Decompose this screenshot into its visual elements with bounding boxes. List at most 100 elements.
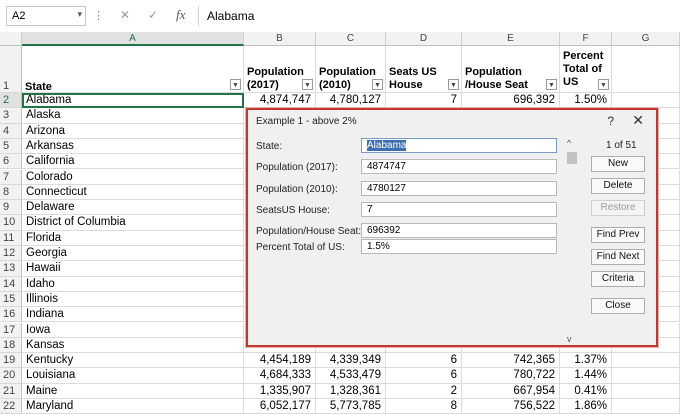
row-header[interactable]: 16 <box>0 307 22 323</box>
filter-dropdown-icon[interactable]: ▼ <box>230 79 241 90</box>
column-header-g[interactable]: G <box>612 32 680 46</box>
column-header-d[interactable]: D <box>386 32 462 46</box>
column-header-f[interactable]: F <box>560 32 612 46</box>
cell-seats[interactable]: 8 <box>386 399 462 414</box>
row-header[interactable]: 22 <box>0 399 22 414</box>
cell-state[interactable]: Colorado <box>22 169 244 185</box>
header-cell-pop2010[interactable]: Population (2010) ▼ <box>316 46 386 93</box>
row-header[interactable]: 11 <box>0 230 22 246</box>
cell-state[interactable]: Kentucky <box>22 353 244 369</box>
row-header[interactable]: 12 <box>0 246 22 262</box>
cell-state[interactable]: Alabama <box>22 93 244 109</box>
cell-pct[interactable]: 1.86% <box>560 399 612 414</box>
cell-pop2017[interactable]: 4,874,747 <box>244 93 316 109</box>
cell-g[interactable] <box>612 353 680 369</box>
cell-pct[interactable]: 1.50% <box>560 93 612 109</box>
cell-per-seat[interactable]: 756,522 <box>462 399 560 414</box>
field-input-state[interactable]: Alabama <box>361 138 557 153</box>
field-input-pop2017[interactable]: 4874747 <box>361 159 557 174</box>
row-header[interactable]: 8 <box>0 184 22 201</box>
field-input-per-seat[interactable]: 696392 <box>361 223 557 238</box>
cell-g[interactable] <box>612 399 680 414</box>
cancel-entry-icon[interactable]: ✕ <box>120 8 130 22</box>
cell-pop2010[interactable]: 4,780,127 <box>316 93 386 109</box>
cell-state[interactable]: Louisiana <box>22 368 244 384</box>
row-header[interactable]: 17 <box>0 322 22 338</box>
cell-g[interactable] <box>612 93 680 109</box>
cell-state[interactable]: Georgia <box>22 246 244 262</box>
find-next-button[interactable]: Find Next <box>591 249 645 265</box>
cell-seats[interactable]: 2 <box>386 383 462 399</box>
criteria-button[interactable]: Criteria <box>591 271 645 287</box>
scroll-thumb[interactable] <box>567 152 577 164</box>
filter-dropdown-icon[interactable]: ▼ <box>448 79 459 90</box>
name-box[interactable]: A2 ▾ <box>6 6 86 26</box>
filter-dropdown-icon[interactable]: ▼ <box>302 79 313 90</box>
cell-per-seat[interactable]: 696,392 <box>462 93 560 109</box>
cell-state[interactable]: Hawaii <box>22 261 244 277</box>
row-header[interactable]: 3 <box>0 108 22 124</box>
cell-state[interactable]: Alaska <box>22 108 244 124</box>
column-header-e[interactable]: E <box>462 32 560 46</box>
chevron-down-icon[interactable]: ▾ <box>77 9 82 20</box>
cell-state[interactable]: Delaware <box>22 200 244 216</box>
cell-seats[interactable]: 6 <box>386 368 462 384</box>
cell-pct[interactable]: 0.41% <box>560 383 612 399</box>
cell-g[interactable] <box>612 368 680 384</box>
row-header[interactable]: 10 <box>0 215 22 231</box>
delete-button[interactable]: Delete <box>591 178 645 194</box>
row-header[interactable]: 21 <box>0 383 22 399</box>
header-cell-state[interactable]: State ▼ <box>22 46 244 93</box>
filter-dropdown-icon[interactable]: ▼ <box>372 79 383 90</box>
cell-state[interactable]: Maine <box>22 383 244 399</box>
confirm-entry-icon[interactable]: ✓ <box>148 8 158 22</box>
row-header[interactable]: 4 <box>0 123 22 139</box>
cell-seats[interactable]: 6 <box>386 353 462 369</box>
column-header-b[interactable]: B <box>244 32 316 46</box>
cell-seats[interactable]: 7 <box>386 93 462 109</box>
field-input-pop2010[interactable]: 4780127 <box>361 181 557 196</box>
new-button[interactable]: New <box>591 156 645 172</box>
cell-state[interactable]: Kansas <box>22 337 244 354</box>
find-prev-button[interactable]: Find Prev <box>591 227 645 243</box>
formula-input[interactable]: Alabama <box>207 9 254 23</box>
row-header[interactable]: 15 <box>0 291 22 308</box>
cell-pop2017[interactable]: 1,335,907 <box>244 383 316 399</box>
help-icon[interactable]: ? <box>607 114 614 128</box>
cell-state[interactable]: District of Columbia <box>22 215 244 231</box>
cell-state[interactable]: California <box>22 154 244 170</box>
row-header[interactable]: 6 <box>0 154 22 170</box>
cell-per-seat[interactable]: 667,954 <box>462 383 560 399</box>
cell-state[interactable]: Arizona <box>22 123 244 139</box>
column-header-c[interactable]: C <box>316 32 386 46</box>
record-scrollbar[interactable]: ^ v <box>566 138 578 344</box>
insert-function-button[interactable]: fx <box>176 7 185 23</box>
cell-state[interactable]: Arkansas <box>22 138 244 155</box>
cell-g[interactable] <box>612 383 680 399</box>
cell-state[interactable]: Maryland <box>22 399 244 414</box>
header-cell-seats[interactable]: Seats US House ▼ <box>386 46 462 93</box>
cell-pct[interactable]: 1.37% <box>560 353 612 369</box>
cell-per-seat[interactable]: 780,722 <box>462 368 560 384</box>
select-all-corner[interactable] <box>0 32 22 46</box>
row-header[interactable]: 14 <box>0 276 22 292</box>
row-header[interactable]: 19 <box>0 353 22 369</box>
cell-state[interactable]: Connecticut <box>22 184 244 201</box>
row-header-1[interactable]: 1 <box>0 46 22 93</box>
column-header-a[interactable]: A <box>22 32 244 46</box>
cell-state[interactable]: Iowa <box>22 322 244 338</box>
scroll-up-icon[interactable]: ^ <box>567 138 571 148</box>
header-cell-g[interactable] <box>612 46 680 93</box>
row-header[interactable]: 2 <box>0 93 22 109</box>
scroll-down-icon[interactable]: v <box>567 334 572 344</box>
cell-state[interactable]: Idaho <box>22 276 244 292</box>
cell-pop2010[interactable]: 4,533,479 <box>316 368 386 384</box>
row-header[interactable]: 7 <box>0 169 22 185</box>
row-header[interactable]: 13 <box>0 261 22 277</box>
cell-pop2017[interactable]: 6,052,177 <box>244 399 316 414</box>
row-header[interactable]: 18 <box>0 337 22 354</box>
cell-pop2017[interactable]: 4,454,189 <box>244 353 316 369</box>
header-cell-pop2017[interactable]: Population (2017) ▼ <box>244 46 316 93</box>
row-header[interactable]: 5 <box>0 138 22 155</box>
cell-pop2010[interactable]: 4,339,349 <box>316 353 386 369</box>
